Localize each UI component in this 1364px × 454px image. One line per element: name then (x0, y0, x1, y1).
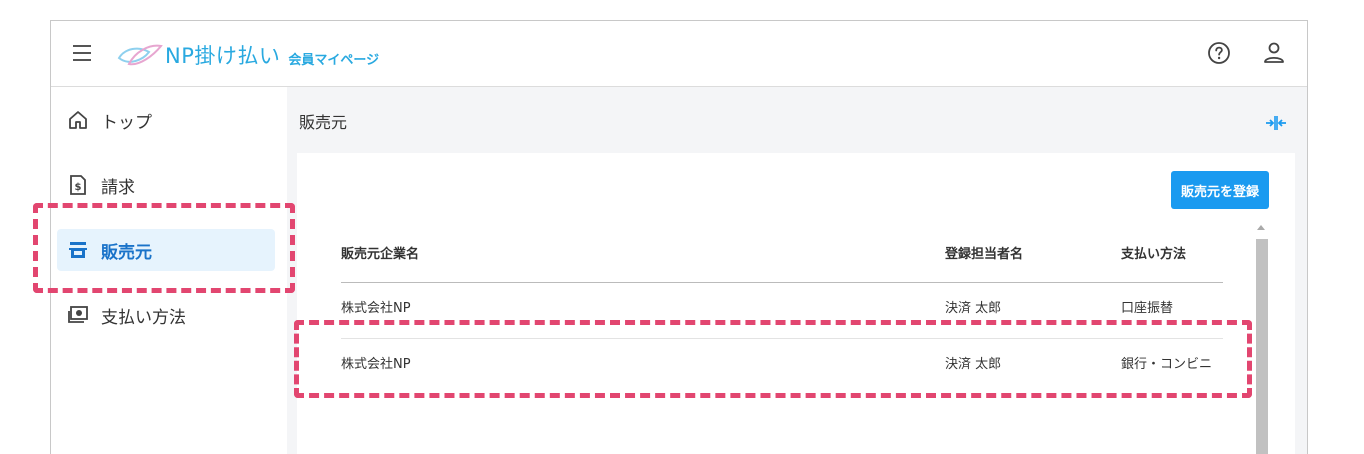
cell-payment-method: 銀行・コンビニ (1121, 357, 1213, 372)
scroll-up-arrow-icon[interactable] (1257, 225, 1265, 230)
scrollbar[interactable] (1253, 219, 1269, 454)
sellers-card: 販売元を登録 販売元企業名 登録担当者名 支払い方法 株式会社NP 決済 太郎 … (297, 153, 1295, 454)
sidebar-item-top[interactable]: トップ (57, 99, 275, 141)
logo[interactable]: NP掛け払い 会員マイページ (113, 39, 379, 71)
sidebar-item-payment-method[interactable]: 支払い方法 (57, 294, 275, 336)
logo-subtitle: 会員マイページ (288, 52, 380, 68)
home-icon (69, 111, 87, 129)
cell-company: 株式会社NP (341, 357, 411, 372)
collapse-icon[interactable] (1265, 115, 1287, 131)
column-header-company: 販売元企業名 (341, 247, 420, 262)
main-content: 販売元 販売元を登録 販売元企業名 登録担当者名 支払い方法 株式会社NP 決済… (287, 87, 1307, 454)
cell-company: 株式会社NP (341, 301, 411, 316)
np-logo-icon (117, 44, 163, 66)
help-icon[interactable] (1207, 41, 1231, 65)
table-header: 販売元企業名 登録担当者名 支払い方法 (341, 227, 1223, 283)
column-header-payment-method: 支払い方法 (1121, 247, 1187, 262)
sidebar-item-label: トップ (101, 112, 152, 133)
sidebar-item-label: 請求 (101, 177, 135, 198)
table-row[interactable]: 株式会社NP 決済 太郎 銀行・コンビニ (341, 339, 1223, 395)
register-seller-button[interactable]: 販売元を登録 (1170, 171, 1269, 209)
user-icon[interactable] (1263, 41, 1285, 65)
sidebar: トップ $ 請求 販売元 支払い方法 (51, 87, 288, 454)
sidebar-item-label: 販売元 (101, 242, 152, 263)
cell-contact: 決済 太郎 (945, 301, 1002, 316)
store-icon (69, 242, 87, 258)
app-window: NP掛け払い 会員マイページ トップ $ 請求 販売元 支払い方法 販売元 販売… (50, 20, 1308, 454)
payment-icon (68, 306, 88, 323)
svg-text:$: $ (75, 182, 82, 193)
menu-icon[interactable] (73, 45, 91, 61)
sellers-table: 販売元企業名 登録担当者名 支払い方法 株式会社NP 決済 太郎 口座振替 株式… (341, 227, 1223, 395)
page-title: 販売元 (299, 113, 348, 132)
sidebar-item-sellers[interactable]: 販売元 (57, 229, 275, 271)
scroll-thumb[interactable] (1256, 239, 1268, 454)
cell-contact: 決済 太郎 (945, 357, 1002, 372)
sidebar-item-invoice[interactable]: $ 請求 (57, 164, 275, 206)
table-row[interactable]: 株式会社NP 決済 太郎 口座振替 (341, 283, 1223, 339)
cell-payment-method: 口座振替 (1121, 301, 1174, 316)
logo-text: NP掛け払い (165, 44, 281, 68)
header: NP掛け払い 会員マイページ (51, 21, 1307, 87)
invoice-icon: $ (70, 175, 86, 195)
sidebar-item-label: 支払い方法 (101, 307, 186, 328)
column-header-contact: 登録担当者名 (945, 247, 1024, 262)
